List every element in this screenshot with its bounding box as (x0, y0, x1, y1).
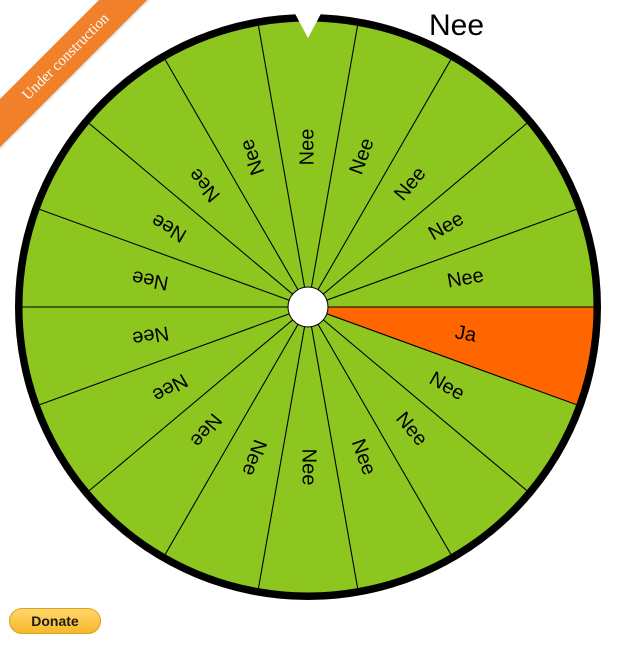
result-text: Nee (429, 9, 485, 42)
wheel-hub-icon[interactable] (287, 286, 329, 328)
wheel-segment-label: Nee (296, 129, 318, 166)
donate-button[interactable]: Donate (9, 608, 101, 634)
wheel-segment-label: Nee (298, 449, 320, 486)
spinner-page: Nee Nee Nee Nee Nee Ja Nee Nee Nee Nee Nee Nee Nee Ne… (0, 0, 618, 649)
spinning-wheel[interactable]: Nee NeeNeeNeeNeeJaNeeNeeNeeNeeNeeNeeNeeNe… (0, 0, 618, 649)
